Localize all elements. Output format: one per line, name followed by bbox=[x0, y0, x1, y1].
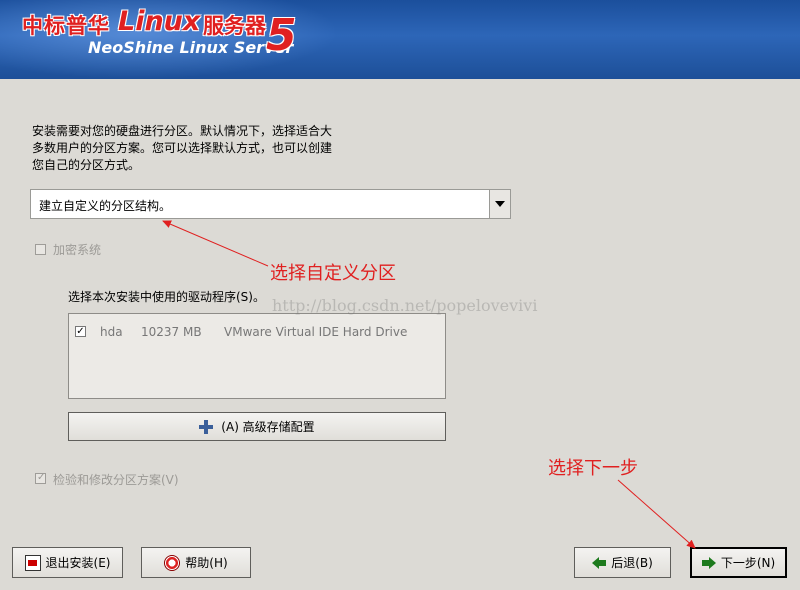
annotation-arrows bbox=[162, 220, 696, 549]
annotation-arrow-2 bbox=[617, 479, 696, 549]
annotation-arrow-1 bbox=[162, 220, 269, 267]
